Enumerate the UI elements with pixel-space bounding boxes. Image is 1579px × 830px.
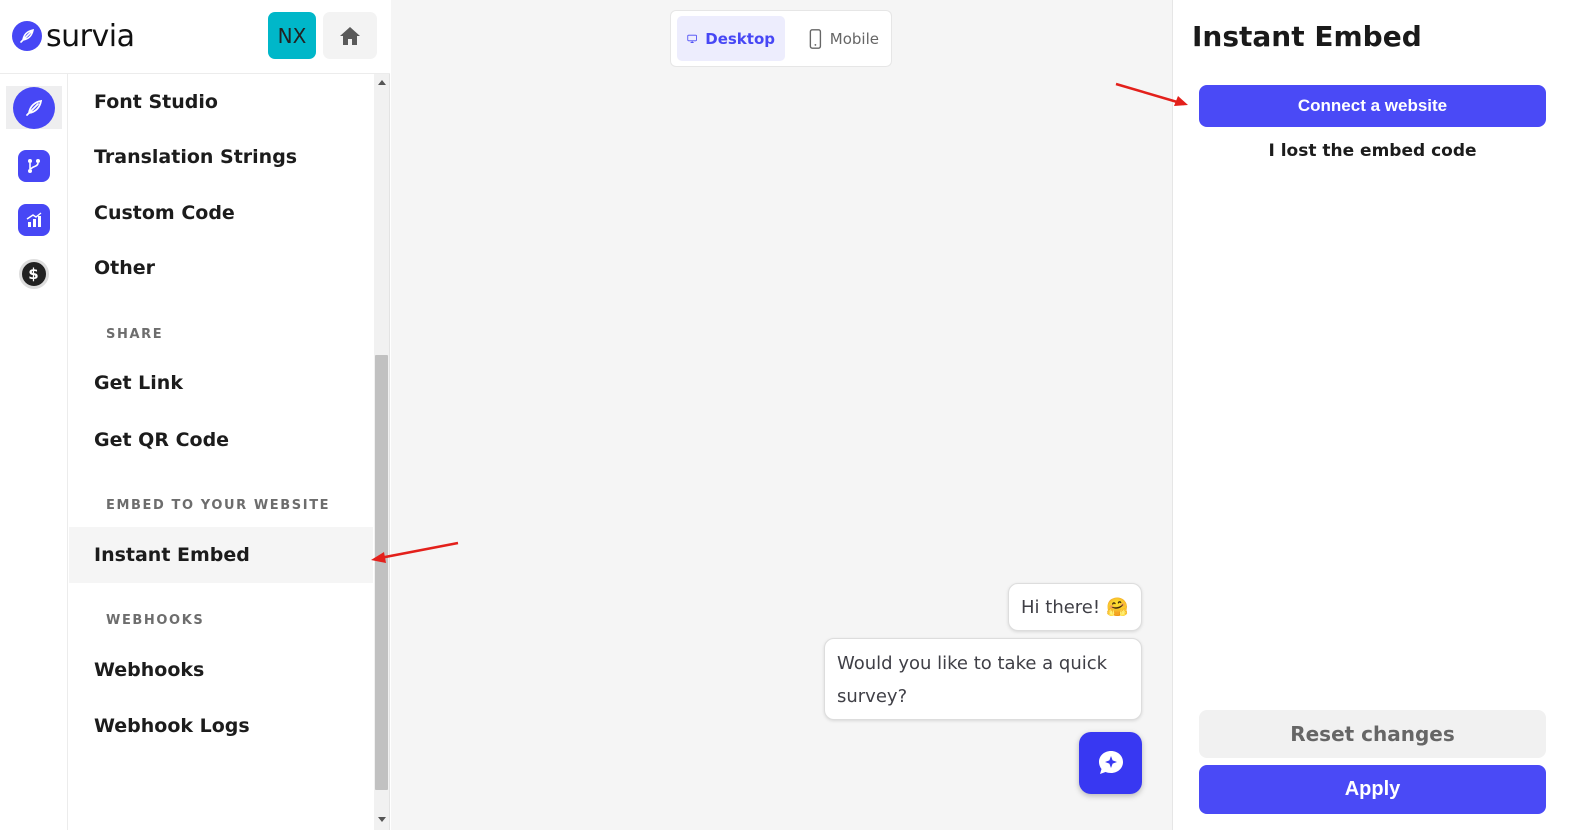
chat-sparkle-icon: [1098, 751, 1123, 774]
sidebar-item-webhook-logs[interactable]: Webhook Logs: [69, 698, 373, 754]
avatar[interactable]: NX: [268, 12, 316, 59]
rail-item-design[interactable]: [6, 86, 62, 129]
chat-launcher-button[interactable]: [1079, 732, 1142, 794]
sidebar-scrollbar[interactable]: [374, 74, 390, 830]
top-bar: survia NX: [0, 0, 390, 74]
sidebar-item-translation-strings[interactable]: Translation Strings: [69, 129, 373, 185]
sidebar-item-instant-embed[interactable]: Instant Embed: [69, 527, 373, 583]
connect-website-button[interactable]: Connect a website: [1199, 85, 1546, 127]
scroll-down-arrow-icon[interactable]: [378, 817, 386, 822]
scrollbar-thumb[interactable]: [375, 355, 388, 790]
survey-question-bubble: Would you like to take a quick survey?: [824, 638, 1142, 720]
feather-icon: [13, 86, 55, 129]
sidebar-item-get-link[interactable]: Get Link: [69, 355, 373, 411]
reset-changes-button[interactable]: Reset changes: [1199, 710, 1546, 758]
sidebar-item-other[interactable]: Other: [69, 240, 373, 296]
home-icon: [340, 26, 360, 45]
section-heading-webhooks: WEBHOOKS: [106, 613, 205, 628]
left-rail: $: [0, 74, 68, 830]
greeting-bubble: Hi there! 🤗: [1008, 583, 1142, 631]
logo[interactable]: survia: [12, 18, 135, 54]
desktop-label: Desktop: [705, 29, 775, 48]
desktop-icon: [687, 34, 697, 43]
section-heading-embed: EMBED TO YOUR WEBSITE: [106, 498, 331, 513]
rail-item-analytics[interactable]: [12, 198, 55, 241]
branch-icon: [17, 149, 50, 182]
mobile-icon: [809, 28, 822, 49]
logo-mark-icon: [12, 21, 42, 51]
apply-button[interactable]: Apply: [1199, 765, 1546, 814]
hugging-face-emoji: 🤗: [1106, 596, 1129, 618]
desktop-toggle-button[interactable]: Desktop: [677, 16, 785, 61]
sidebar-item-webhooks[interactable]: Webhooks: [69, 642, 373, 698]
dollar-icon: $: [18, 258, 49, 289]
rail-item-logic[interactable]: [12, 144, 55, 187]
section-heading-share: SHARE: [106, 327, 164, 342]
device-toggle: Desktop Mobile: [670, 10, 892, 67]
scroll-up-arrow-icon[interactable]: [378, 80, 386, 85]
panel-title: Instant Embed: [1192, 20, 1422, 53]
sidebar-menu: Font Studio Translation Strings Custom C…: [69, 74, 374, 830]
greeting-text: Hi there!: [1021, 596, 1101, 618]
right-panel: Instant Embed Connect a website I lost t…: [1172, 0, 1579, 830]
lost-embed-code-link[interactable]: I lost the embed code: [1199, 141, 1546, 161]
logo-text: survia: [46, 18, 135, 54]
sidebar-item-custom-code[interactable]: Custom Code: [69, 185, 373, 241]
sidebar-item-get-qr-code[interactable]: Get QR Code: [69, 412, 373, 468]
preview-canvas: Desktop Mobile Hi there! 🤗 Would you lik…: [391, 0, 1172, 830]
rail-item-billing[interactable]: $: [12, 252, 55, 295]
mobile-label: Mobile: [829, 29, 879, 48]
mobile-toggle-button[interactable]: Mobile: [799, 16, 889, 61]
home-button[interactable]: [323, 12, 377, 59]
sidebar-item-font-studio[interactable]: Font Studio: [69, 74, 373, 130]
chart-icon: [17, 203, 50, 236]
